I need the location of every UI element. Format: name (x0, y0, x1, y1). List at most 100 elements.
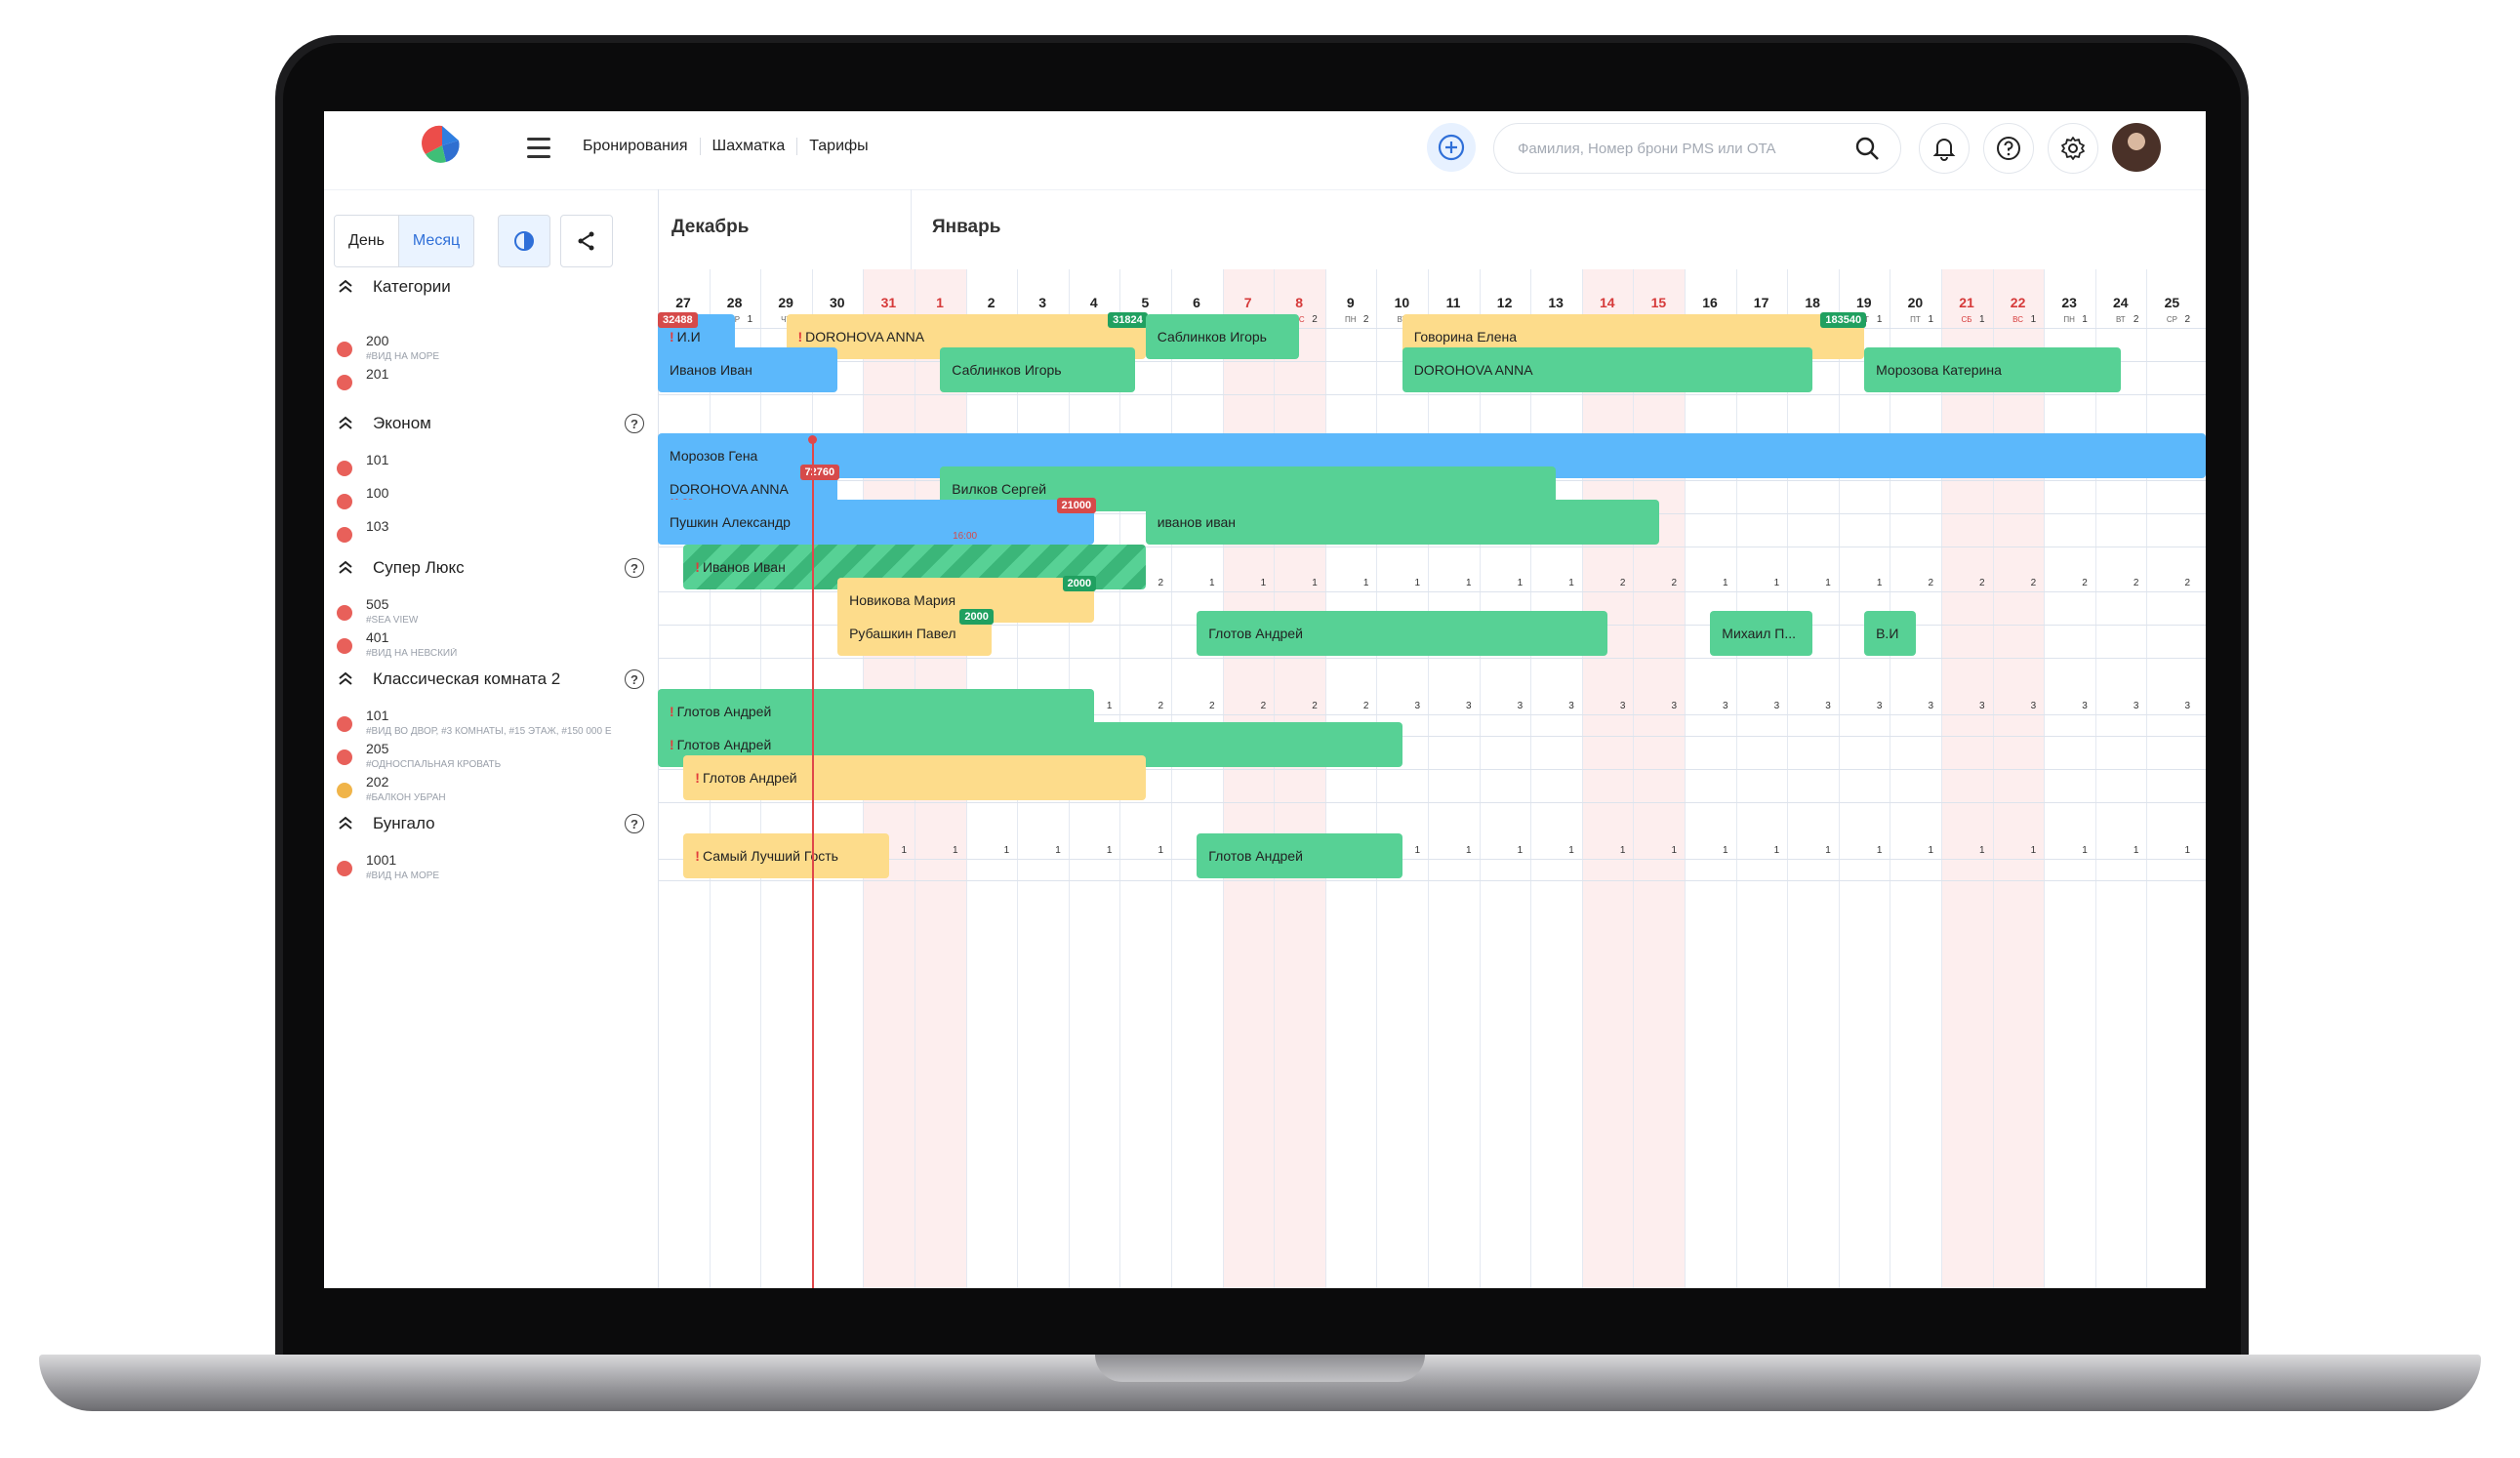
share-icon (578, 231, 594, 251)
room-row[interactable]: 201 (324, 361, 658, 394)
nav-bookings[interactable]: Бронирования (583, 138, 701, 155)
availability-count: 1 (2082, 845, 2088, 856)
search-input[interactable] (1516, 136, 1832, 161)
room-status-dot (337, 461, 352, 476)
category-header[interactable]: Эконом? (324, 414, 658, 433)
room-row[interactable]: 401 #ВИД НА НЕВСКИЙ (324, 625, 658, 659)
day-number: 14 (1600, 295, 1615, 310)
room-row[interactable]: 101 #ВИД ВО ДВОР, #3 КОМНАТЫ, #15 ЭТАЖ, #… (324, 703, 658, 737)
notifications-button[interactable] (1919, 123, 1970, 174)
booking-bar[interactable]: В.И (1864, 611, 1916, 656)
room-row[interactable]: 103 (324, 513, 658, 547)
menu-icon[interactable] (527, 138, 550, 159)
day-number: 18 (1805, 295, 1820, 310)
availability-count: 1 (1209, 578, 1215, 588)
question-icon[interactable]: ? (625, 558, 644, 578)
row-divider (658, 394, 2206, 395)
app-screen: Бронирования Шахматка Тарифы День Месяц (324, 111, 2206, 1288)
user-avatar[interactable] (2112, 123, 2161, 172)
category-header[interactable]: Супер Люкс? (324, 558, 658, 578)
availability-count: 2 (1158, 578, 1163, 588)
view-month-button[interactable]: Месяц (397, 216, 474, 266)
guest-name: Глотов Андрей (1208, 626, 1303, 641)
availability-count: 1 (1825, 845, 1831, 856)
room-row[interactable]: 1001 #ВИД НА МОРЕ (324, 847, 658, 881)
weekend-column (1222, 269, 1275, 1288)
availability-count: 1 (1979, 845, 1985, 856)
booking-bar[interactable]: Глотов Андрей (1197, 833, 1402, 878)
booking-bar[interactable]: ! Глотов Андрей (683, 755, 1146, 800)
booking-bar[interactable]: Глотов Андрей (1197, 611, 1608, 656)
view-day-button[interactable]: День (335, 216, 398, 266)
booking-grid: 27ВТ28СР29ЧТ30ПТ31СБ1ВС2ПН3ВТ4СР5ЧТ6ПТ7С… (658, 189, 2206, 1288)
search-icon[interactable] (1853, 135, 1881, 162)
help-button[interactable] (1983, 123, 2034, 174)
room-status-dot (337, 861, 352, 876)
chevron-up-icon[interactable] (336, 558, 355, 578)
nav-tariffs[interactable]: Тарифы (797, 138, 879, 155)
category-header[interactable]: Категории (324, 277, 658, 297)
share-button[interactable] (560, 215, 613, 267)
day-number: 24 (2113, 295, 2129, 310)
category-header[interactable]: Бунгало? (324, 814, 658, 833)
day-number: 20 (1907, 295, 1924, 310)
room-row[interactable]: 202 #БАЛКОН УБРАН (324, 769, 658, 803)
availability-count: 3 (1876, 701, 1883, 711)
contrast-button[interactable] (498, 215, 550, 267)
day-number: 17 (1753, 295, 1769, 310)
chevron-up-icon[interactable] (336, 669, 355, 689)
room-status-dot (337, 638, 352, 654)
booking-bar[interactable]: Морозова Катерина (1864, 347, 2122, 392)
booking-bar[interactable]: Пушкин Александр 21000 16:00 (658, 498, 1097, 545)
chevron-up-icon[interactable] (336, 414, 355, 433)
room-row[interactable]: 200 #ВИД НА МОРЕ (324, 328, 658, 362)
availability-count: 2 (1158, 701, 1163, 711)
category-header[interactable]: Классическая комната 2? (324, 669, 658, 689)
nav-chessboard[interactable]: Шахматка (701, 138, 798, 155)
day-number: 15 (1650, 295, 1667, 310)
question-icon[interactable]: ? (625, 414, 644, 433)
room-number: 103 (366, 518, 389, 534)
amount-badge: 32488 (658, 312, 698, 328)
availability-count: 2 (1362, 701, 1369, 711)
guest-name: Саблинков Игорь (1157, 329, 1267, 344)
question-icon[interactable]: ? (625, 669, 644, 689)
grid-column-line (1171, 269, 1172, 1288)
guest-name: Михаил П... (1722, 626, 1797, 641)
guest-name: DOROHOVA ANNA (670, 481, 789, 497)
warning-icon: ! (797, 329, 803, 344)
warning-icon: ! (670, 704, 674, 719)
day-number: 27 (675, 295, 691, 310)
booking-bar[interactable]: Иванов Иван (658, 347, 838, 392)
booking-bar[interactable]: Михаил П... (1710, 611, 1813, 656)
grid-column-line (1581, 269, 1583, 1288)
availability-count: 1 (1723, 578, 1728, 588)
add-booking-button[interactable] (1427, 123, 1476, 172)
day-number: 13 (1548, 295, 1564, 310)
booking-bar[interactable]: Саблинков Игорь (940, 347, 1136, 392)
booking-bar[interactable]: Саблинков Игорь (1145, 314, 1300, 359)
day-number: 2 (987, 295, 996, 310)
question-icon[interactable]: ? (625, 814, 644, 833)
booking-bar[interactable]: Рубашкин Павел 2000 (837, 609, 994, 656)
weekend-column (1633, 269, 1685, 1288)
amount-badge: 2000 (1062, 576, 1097, 591)
room-row[interactable]: 100 (324, 480, 658, 513)
room-row[interactable]: 101 (324, 447, 658, 480)
settings-button[interactable] (2048, 123, 2098, 174)
warning-icon: ! (670, 737, 674, 752)
chevron-up-icon[interactable] (336, 814, 355, 833)
room-number: 100 (366, 485, 389, 501)
room-row[interactable]: 205 #ОДНОСПАЛЬНАЯ КРОВАТЬ (324, 736, 658, 770)
availability-count: 1 (1414, 845, 1420, 856)
booking-bar[interactable]: DOROHOVA ANNA (1402, 347, 1813, 392)
room-row[interactable]: 505 #SEA VIEW (324, 591, 658, 626)
availability-count: 2 (1979, 578, 1985, 588)
day-number: 4 (1089, 295, 1098, 310)
booking-bar[interactable]: иванов иван (1145, 500, 1659, 545)
booking-bar[interactable]: ! Самый Лучший Гость (683, 833, 889, 878)
app-logo[interactable] (420, 123, 465, 168)
availability-count: 3 (1825, 701, 1831, 711)
guest-name: И.И (676, 329, 701, 344)
chevron-up-icon[interactable] (336, 277, 355, 297)
